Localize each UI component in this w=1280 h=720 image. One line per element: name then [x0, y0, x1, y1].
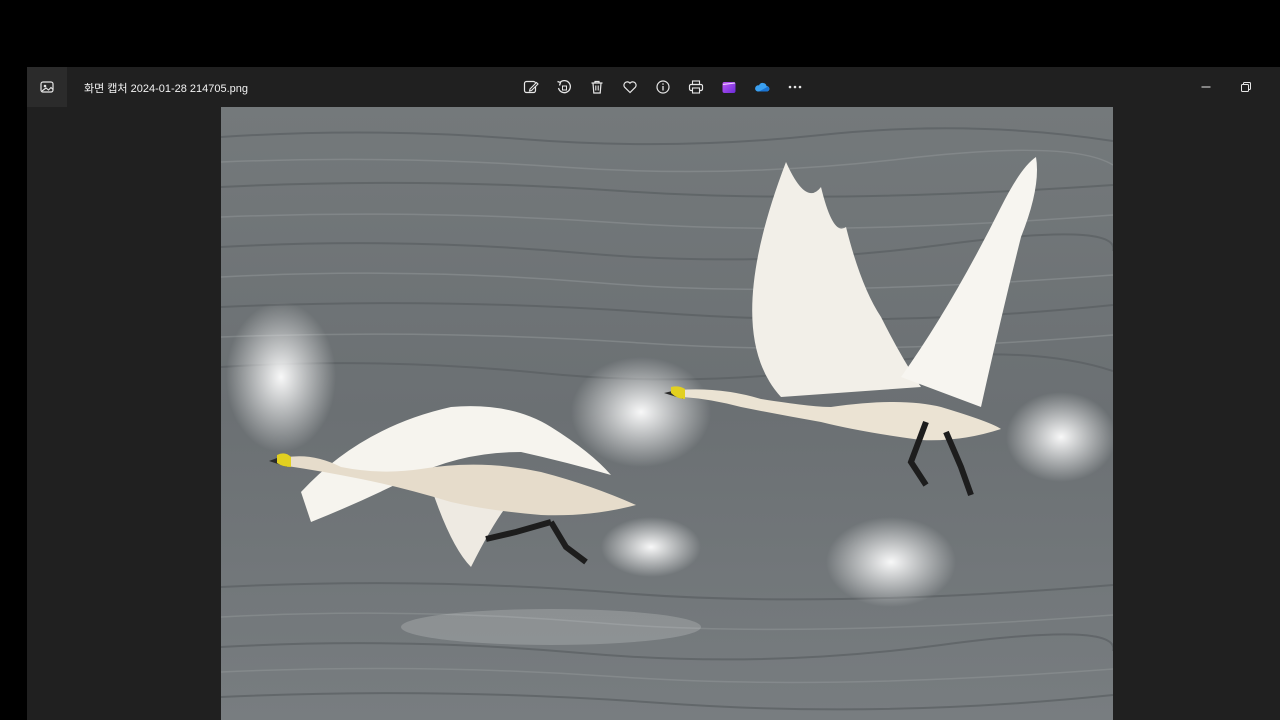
- swans-photo: [221, 107, 1113, 720]
- onedrive-button[interactable]: [748, 73, 776, 101]
- clipchamp-button[interactable]: [715, 73, 743, 101]
- more-options-button[interactable]: [781, 73, 809, 101]
- print-icon: [688, 80, 704, 94]
- water-splash: [571, 357, 711, 467]
- print-button[interactable]: [682, 73, 710, 101]
- clipchamp-icon: [722, 82, 736, 93]
- more-options-icon: [788, 85, 802, 89]
- image-toolbar: [517, 73, 809, 101]
- file-info-button[interactable]: [649, 73, 677, 101]
- photos-app-icon: [40, 81, 54, 93]
- onedrive-cloud-icon: [755, 82, 770, 92]
- edit-image-icon: [523, 80, 539, 94]
- water-splash: [1006, 392, 1113, 482]
- delete-button[interactable]: [583, 73, 611, 101]
- delete-icon: [591, 80, 603, 94]
- photos-app-button[interactable]: [27, 67, 67, 107]
- water-splash: [601, 517, 701, 577]
- title-bar: 화면 캡처 2024-01-28 214705.png: [27, 67, 1280, 107]
- minimize-icon: [1201, 86, 1211, 88]
- water-splash: [226, 302, 336, 452]
- rotate-icon: [557, 80, 571, 94]
- photos-app-window: 화면 캡처 2024-01-28 214705.png: [27, 67, 1280, 720]
- favorite-button[interactable]: [616, 73, 644, 101]
- file-info-icon: [656, 80, 670, 94]
- file-name-label: 화면 캡처 2024-01-28 214705.png: [84, 83, 249, 95]
- restore-icon: [1241, 82, 1251, 92]
- favorite-heart-icon: [623, 81, 637, 94]
- minimize-button[interactable]: [1186, 73, 1226, 101]
- rotate-button[interactable]: [550, 73, 578, 101]
- edit-image-button[interactable]: [517, 73, 545, 101]
- water-splash: [826, 517, 956, 607]
- photo-viewer-image[interactable]: [221, 107, 1113, 720]
- restore-button[interactable]: [1226, 73, 1266, 101]
